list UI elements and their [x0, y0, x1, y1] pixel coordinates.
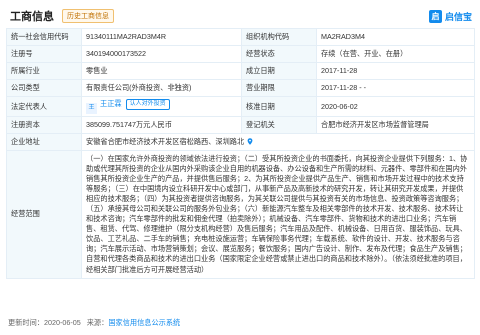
legal-rep-label: 法定代表人	[6, 96, 82, 117]
established-value: 2017-11-28	[316, 62, 475, 80]
investment-tag-button[interactable]: 认人对外投资	[125, 99, 170, 110]
approved-label: 核准日期	[241, 96, 317, 117]
avatar: 王	[86, 103, 97, 114]
address-cell: 安徽省合肥市经济技术开发区宿松路西、深圳路北	[81, 133, 475, 151]
authority-value: 合肥市经济开发区市场监督管理局	[316, 116, 475, 134]
map-pin-icon[interactable]	[247, 138, 253, 145]
status-label: 经营状态	[241, 45, 317, 63]
source-link[interactable]: 国家信用信息公示系统	[108, 318, 180, 327]
authority-label: 登记机关	[241, 116, 317, 134]
brand-logo-icon: 启	[428, 9, 442, 23]
scope-value: （一）在国家允许外商投资的领域依法进行投资；（二）受其所投资企业的书面委托，向其…	[81, 150, 475, 279]
legal-rep-name-link[interactable]: 王正霖	[100, 99, 122, 108]
business-term-label: 营业期限	[241, 79, 317, 97]
table-row: 经营范围 （一）在国家允许外商投资的领域依法进行投资；（二）受其所投资企业的书面…	[6, 150, 475, 279]
section-title: 工商信息	[10, 11, 54, 23]
table-row: 所属行业 零售业 成立日期 2017-11-28	[6, 62, 475, 80]
reg-no-label: 注册号	[6, 45, 82, 63]
update-prefix: 更新时间：	[8, 318, 44, 327]
table-row: 注册资本 385099.751747万元人民币 登记机关 合肥市经济开发区市场监…	[6, 116, 475, 134]
table-row: 注册号 340194000173522 经营状态 存续（在营、开业、在册）	[6, 45, 475, 63]
credit-code-label: 统一社会信用代码	[6, 28, 82, 46]
brand-logo: 启 启信宝	[428, 8, 472, 24]
capital-label: 注册资本	[6, 116, 82, 134]
company-type-label: 公司类型	[6, 79, 82, 97]
org-code-label: 组织机构代码	[241, 28, 317, 46]
legal-rep-cell: 王王正霖 认人对外投资	[81, 96, 242, 117]
update-time: 2020-06-05	[43, 318, 81, 327]
table-row: 统一社会信用代码 91340111MA2RAD3M4R 组织机构代码 MA2RA…	[6, 28, 475, 46]
section-header: 工商信息 历史工商信息 启 启信宝	[6, 6, 474, 26]
source-prefix: 来源：	[86, 318, 109, 327]
business-term-value: 2017-11-28 - -	[316, 79, 475, 97]
table-row: 企业地址 安徽省合肥市经济技术开发区宿松路西、深圳路北	[6, 133, 475, 151]
address-label: 企业地址	[6, 133, 82, 151]
scope-label: 经营范围	[6, 150, 82, 279]
brand-logo-text: 启信宝	[444, 11, 472, 22]
status-value: 存续（在营、开业、在册）	[316, 45, 475, 63]
history-info-button[interactable]: 历史工商信息	[62, 9, 114, 23]
industry-label: 所属行业	[6, 62, 82, 80]
table-row: 法定代表人 王王正霖 认人对外投资 核准日期 2020-06-02	[6, 96, 475, 117]
reg-no-value: 340194000173522	[81, 45, 242, 63]
established-label: 成立日期	[241, 62, 317, 80]
org-code-value: MA2RAD3M4	[316, 28, 475, 46]
business-info-table: 统一社会信用代码 91340111MA2RAD3M4R 组织机构代码 MA2RA…	[6, 28, 475, 279]
address-value: 安徽省合肥市经济技术开发区宿松路西、深圳路北	[86, 137, 245, 146]
approved-value: 2020-06-02	[316, 96, 475, 117]
company-type-value: 有限责任公司(外商投资、非独资)	[81, 79, 242, 97]
capital-value: 385099.751747万元人民币	[81, 116, 242, 134]
credit-code-value: 91340111MA2RAD3M4R	[81, 28, 242, 46]
industry-value: 零售业	[81, 62, 242, 80]
footer: 更新时间：2020-06-05 来源：国家信用信息公示系统	[8, 318, 180, 328]
table-row: 公司类型 有限责任公司(外商投资、非独资) 营业期限 2017-11-28 - …	[6, 79, 475, 97]
